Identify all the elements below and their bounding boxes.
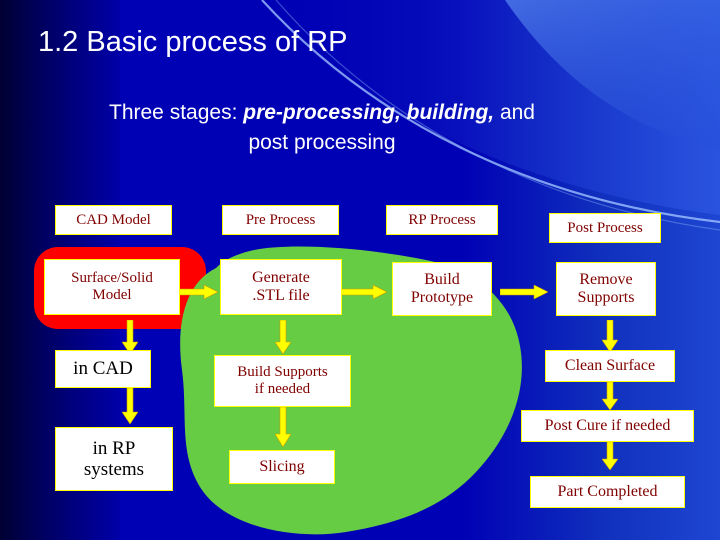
subtitle: Three stages: pre-processing, building, … <box>22 98 622 158</box>
box-label-clean-surface: Clean Surface <box>564 357 656 375</box>
box-label-in-rp-line2: systems <box>83 459 145 480</box>
box-label-generate-line1: Generate <box>252 269 310 287</box>
box-label-in-cad: in CAD <box>73 358 133 380</box>
box-build-prototype: Build Prototype <box>392 262 492 316</box>
box-in-rp-systems: in RP systems <box>55 427 173 491</box>
box-label-generate-line2: .STL file <box>252 287 310 304</box>
arrow-build-to-remove <box>500 285 548 299</box>
box-clean-surface: Clean Surface <box>545 350 675 382</box>
box-label-in-rp-line1: in RP <box>92 437 136 459</box>
box-label-surface-solid-line2: Model <box>92 287 132 303</box>
header-label-pre-process: Pre Process <box>245 211 316 228</box>
header-box-post-process: Post Process <box>549 213 661 243</box>
header-box-rp-process: RP Process <box>386 205 498 235</box>
box-remove-supports: Remove Supports <box>556 262 656 316</box>
box-part-completed: Part Completed <box>530 476 685 508</box>
box-label-build-supports-line2: if needed <box>254 381 311 397</box>
arrow-remove-to-clean <box>602 320 618 352</box>
box-label-part-completed: Part Completed <box>557 483 658 501</box>
header-box-cad-model: CAD Model <box>55 205 172 235</box>
arrow-generate-to-build <box>341 285 387 299</box>
box-label-remove-line1: Remove <box>579 271 633 289</box>
header-box-pre-process: Pre Process <box>222 205 339 235</box>
header-label-rp-process: RP Process <box>408 211 476 228</box>
arrow-generate-to-supports <box>275 320 291 354</box>
box-label-remove-line2: Supports <box>577 289 635 306</box>
box-label-build-line2: Prototype <box>410 289 474 306</box>
arrow-surface-to-generate <box>176 285 218 299</box>
slide-canvas: 1.2 Basic process of RP Three stages: pr… <box>0 0 720 540</box>
box-label-slicing: Slicing <box>259 458 305 476</box>
header-label-cad-model: CAD Model <box>76 211 151 228</box>
box-generate-stl: Generate .STL file <box>220 259 342 315</box>
arrow-supports-to-slicing <box>275 407 291 447</box>
arrow-incad-to-inrp <box>122 388 138 424</box>
subtitle-trail: and <box>499 101 535 124</box>
arrow-surface-to-incad <box>122 320 138 354</box>
box-label-surface-solid-line1: Surface/Solid <box>71 270 153 287</box>
box-label-build-line1: Build <box>424 271 460 289</box>
subtitle-emphasis: pre-processing, building, <box>243 101 495 124</box>
box-in-cad: in CAD <box>55 350 151 388</box>
subtitle-line2: post processing <box>248 131 396 154</box>
box-label-post-cure: Post Cure if needed <box>544 417 671 435</box>
box-surface-solid-model: Surface/Solid Model <box>44 259 180 315</box>
box-label-build-supports-line1: Build Supports <box>237 364 328 381</box>
header-label-post-process: Post Process <box>567 219 643 236</box>
page-title: 1.2 Basic process of RP <box>38 26 348 58</box>
box-post-cure: Post Cure if needed <box>521 410 694 442</box>
box-slicing: Slicing <box>229 450 335 484</box>
arrow-postcure-to-partcompleted <box>602 442 618 470</box>
box-build-supports: Build Supports if needed <box>214 355 351 407</box>
subtitle-lead: Three stages: <box>109 101 238 124</box>
arrow-clean-to-postcure <box>602 382 618 410</box>
